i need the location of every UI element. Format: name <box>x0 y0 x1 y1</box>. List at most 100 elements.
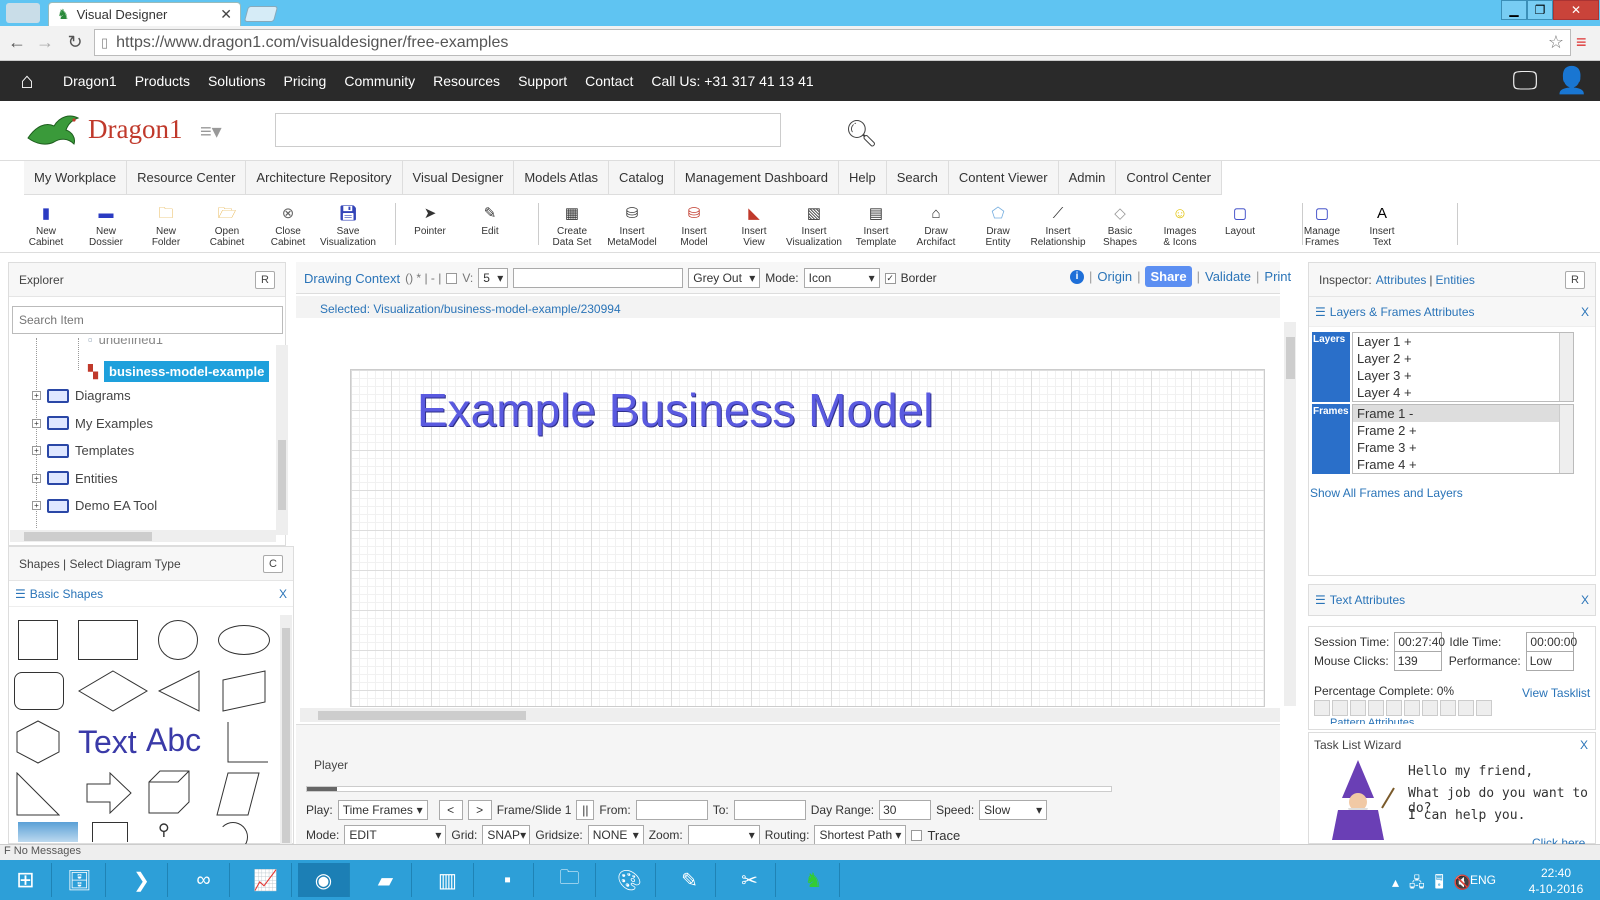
tree-item[interactable]: + My Examples <box>32 416 153 431</box>
basic-shapes-group[interactable]: Basic Shapes <box>30 587 103 601</box>
module-tab-2[interactable]: Architecture Repository <box>246 161 403 194</box>
bookmark-star-icon[interactable]: ☆ <box>1548 32 1564 53</box>
winrar-icon[interactable]: ▥ <box>422 863 474 897</box>
browser-menu-icon[interactable]: ≡ <box>1576 32 1592 52</box>
toolbar-button-19[interactable]: ▢ Layout <box>1210 203 1270 251</box>
toolbar-button-0[interactable]: ▮ New Cabinet <box>16 203 76 251</box>
toolbar-button-14[interactable]: ⌂ Draw Archifact <box>906 203 966 251</box>
list-item[interactable]: Frame 2 + <box>1353 422 1559 439</box>
expand-icon[interactable]: + <box>32 391 41 400</box>
list-item[interactable]: Layer 1 + <box>1353 333 1559 350</box>
module-tab-10[interactable]: Admin <box>1059 161 1117 194</box>
inspector-refresh-button[interactable]: R <box>1565 270 1585 289</box>
monitor-icon[interactable]: 🖵 <box>1513 65 1538 97</box>
maximize-button[interactable]: ❐ <box>1527 0 1553 20</box>
toolbar-button-1[interactable]: ▬ New Dossier <box>76 203 136 251</box>
text-attributes-close[interactable]: X <box>1581 593 1589 607</box>
browser-tab[interactable]: ♞ Visual Designer ✕ <box>48 2 241 26</box>
shapes-vscroll-thumb[interactable] <box>282 628 290 843</box>
shapes-group-close[interactable]: X <box>279 587 287 601</box>
greyout-select[interactable]: Grey Out ▾ <box>688 268 761 288</box>
topnav-item-7[interactable]: Contact <box>576 73 642 89</box>
ellipse-shape[interactable] <box>218 625 270 655</box>
origin-link[interactable]: Origin <box>1097 269 1132 284</box>
explorer-hscroll-thumb[interactable] <box>24 532 152 541</box>
explorer-refresh-button[interactable]: R <box>255 270 275 289</box>
tree-item-undefined1[interactable]: ▫ undefined1 <box>88 338 163 347</box>
document-shape[interactable] <box>92 822 128 842</box>
prev-frame-button[interactable]: < <box>438 800 463 820</box>
corner-line-shape[interactable] <box>226 720 270 764</box>
module-tab-7[interactable]: Help <box>839 161 887 194</box>
clock-time[interactable]: 22:40 <box>1526 866 1586 880</box>
visual-studio-icon[interactable]: ∞ <box>178 863 230 897</box>
list-item[interactable]: Frame 3 + <box>1353 439 1559 456</box>
notepad-icon[interactable]: ▰ <box>360 863 412 897</box>
task-manager-icon[interactable]: 📈 <box>240 863 292 897</box>
hamburger-menu-icon[interactable]: ≡▾ <box>200 119 222 144</box>
grid-select[interactable]: SNAP ▾ <box>482 825 531 845</box>
info-icon[interactable]: i <box>1070 269 1084 284</box>
powershell-icon[interactable]: ❯ <box>116 863 168 897</box>
chrome-icon[interactable]: ◉ <box>298 863 350 897</box>
toolbar-button-21[interactable]: A Insert Text <box>1352 203 1412 251</box>
explorer-search-input[interactable] <box>12 306 283 334</box>
wizard-click-here-link[interactable]: Click here <box>1532 836 1585 844</box>
dayrange-input[interactable]: 30 <box>879 800 932 820</box>
module-tab-5[interactable]: Catalog <box>609 161 675 194</box>
share-button[interactable]: Share <box>1145 266 1192 287</box>
module-tab-9[interactable]: Content Viewer <box>949 161 1059 194</box>
context-checkbox[interactable] <box>446 272 458 284</box>
zoom-select[interactable]: ▾ <box>687 825 760 845</box>
module-tab-3[interactable]: Visual Designer <box>403 161 515 194</box>
minimize-button[interactable]: ▁ <box>1501 0 1527 20</box>
toolbar-button-10[interactable]: ⛁ Insert Model <box>664 203 724 251</box>
snipping-tool-icon[interactable]: ✂ <box>724 863 776 897</box>
tree-item[interactable]: + Templates <box>32 443 134 458</box>
toolbar-button-20[interactable]: ▢ Manage Frames <box>1292 203 1352 251</box>
dragon1-logo[interactable]: Dragon1 <box>24 108 182 150</box>
toolbar-button-3[interactable]: 🗁 Open Cabinet <box>197 203 257 251</box>
edit-mode-select[interactable]: EDIT ▾ <box>344 825 447 845</box>
wizard-close[interactable]: X <box>1580 738 1588 752</box>
gridsize-select[interactable]: NONE ▾ <box>587 825 644 845</box>
tab-close-icon[interactable]: ✕ <box>220 6 232 23</box>
list-scrollbar[interactable] <box>1559 333 1573 401</box>
square-shape[interactable] <box>18 620 58 660</box>
toolbar-button-4[interactable]: ⊗ Close Cabinet <box>258 203 318 251</box>
topnav-item-5[interactable]: Resources <box>424 73 509 89</box>
tray-icons[interactable]: ▴🖧🖥🔇 <box>1392 872 1481 896</box>
module-tab-0[interactable]: My Workplace <box>24 161 128 194</box>
list-item[interactable]: Frame 1 - <box>1353 405 1559 422</box>
border-checkbox[interactable]: ✓ <box>884 272 896 284</box>
expand-icon[interactable]: + <box>32 446 41 455</box>
expand-icon[interactable]: + <box>32 501 41 510</box>
circle-shape[interactable] <box>158 620 198 660</box>
topnav-item-0[interactable]: Dragon1 <box>54 73 126 89</box>
play-mode-select[interactable]: Time Frames ▾ <box>337 800 428 820</box>
speed-select[interactable]: Slow ▾ <box>979 800 1048 820</box>
search-icon[interactable]: 🔍︎ <box>845 118 878 149</box>
toolbar-button-2[interactable]: 🗀 New Folder <box>136 203 196 251</box>
back-icon[interactable]: ← <box>6 31 28 53</box>
trace-checkbox[interactable] <box>911 829 923 841</box>
topnav-item-8[interactable]: Call Us: +31 317 41 13 41 <box>642 73 822 89</box>
cube-shape[interactable] <box>148 770 190 814</box>
layers-list[interactable]: Layer 1 + Layer 2 + Layer 3 + Layer 4 + <box>1352 332 1574 402</box>
topnav-item-1[interactable]: Products <box>126 73 199 89</box>
canvas-hscroll-thumb[interactable] <box>318 711 526 720</box>
paint-icon[interactable]: 🎨︎ <box>604 863 656 897</box>
toolbar-button-11[interactable]: ◣ Insert View <box>724 203 784 251</box>
show-all-frames-layers-link[interactable]: Show All Frames and Layers <box>1310 486 1463 500</box>
module-tab-6[interactable]: Management Dashboard <box>675 161 839 194</box>
toolbar-button-7[interactable]: ✎ Edit <box>460 203 520 251</box>
module-tab-1[interactable]: Resource Center <box>127 161 247 194</box>
layers-frames-header[interactable]: Layers & Frames Attributes <box>1330 305 1475 319</box>
dragon-app-icon[interactable]: ♞ <box>788 863 840 897</box>
topnav-item-3[interactable]: Pricing <box>275 73 336 89</box>
shapes-collapse-button[interactable]: C <box>263 554 283 573</box>
next-frame-button[interactable]: > <box>467 800 492 820</box>
routing-select[interactable]: Shortest Path ▾ <box>814 825 907 845</box>
reload-icon[interactable]: ↻ <box>64 31 86 53</box>
actor-shape[interactable]: ⚲ <box>158 820 170 840</box>
